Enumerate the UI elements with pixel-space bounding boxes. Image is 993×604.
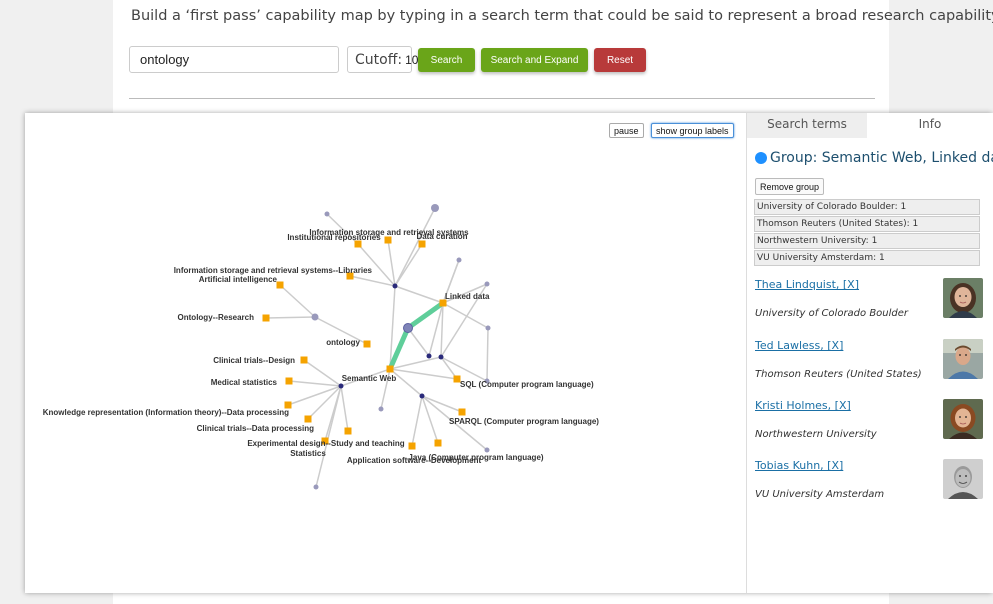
graph-edge <box>394 207 436 287</box>
cutoff-field[interactable]: Cutoff: 10 <box>347 46 418 73</box>
node-label: Medical statistics <box>211 378 278 387</box>
tab-search-terms[interactable]: Search terms <box>747 113 867 138</box>
term-node[interactable] <box>418 240 426 248</box>
group-title: Group: Semantic Web, Linked data <box>755 150 993 166</box>
search-input[interactable] <box>129 46 339 73</box>
person-node[interactable] <box>484 281 490 287</box>
term-node[interactable] <box>285 377 293 385</box>
term-node[interactable] <box>458 408 466 416</box>
graph-edge <box>394 285 444 304</box>
search-and-expand-button[interactable]: Search and Expand <box>481 48 588 72</box>
hub-node[interactable] <box>392 283 398 289</box>
person-name-link[interactable]: Thea Lindquist, [X] <box>755 278 859 291</box>
graph-edge <box>411 395 423 447</box>
term-node[interactable] <box>384 236 392 244</box>
graph-edge <box>340 385 349 432</box>
node-label: SPARQL (Computer program language) <box>449 417 599 426</box>
person-node[interactable] <box>485 325 491 331</box>
person-node[interactable] <box>313 484 319 490</box>
person-name-link[interactable]: Kristi Holmes, [X] <box>755 399 851 412</box>
graph-edge <box>486 327 489 382</box>
node-label: Ontology--Research <box>178 313 255 322</box>
search-button[interactable]: Search <box>418 48 475 72</box>
cutoff-label: Cutoff: <box>355 51 403 68</box>
person-node[interactable] <box>403 323 413 333</box>
capability-map-panel: Information storage and retrieval system… <box>25 113 993 593</box>
remove-group-button[interactable]: Remove group <box>755 178 825 195</box>
node-label: Statistics <box>290 449 326 458</box>
avatar <box>943 339 983 379</box>
node-label: Knowledge representation (Information th… <box>43 408 289 417</box>
pause-button[interactable]: pause <box>609 123 644 138</box>
node-label: Information storage and retrieval system… <box>174 266 373 275</box>
graph-edge <box>442 302 489 329</box>
hub-node[interactable] <box>419 393 425 399</box>
person-node[interactable] <box>484 447 490 453</box>
term-node[interactable] <box>262 314 270 322</box>
term-node[interactable] <box>434 439 442 447</box>
term-node[interactable] <box>408 442 416 450</box>
node-label: Clinical trials--Design <box>213 356 295 365</box>
term-node[interactable] <box>276 281 284 289</box>
info-panel: Search terms Info Group: Semantic Web, L… <box>746 113 993 593</box>
group-color-dot <box>755 152 767 164</box>
reset-button[interactable]: Reset <box>594 48 646 72</box>
hub-node[interactable] <box>438 354 444 360</box>
term-node[interactable] <box>344 427 352 435</box>
node-label: Data curation <box>416 232 467 241</box>
institution-row: Northwestern University: 1 <box>754 233 980 249</box>
person-institution: VU University Amsterdam <box>755 489 885 500</box>
network-graph[interactable]: Information storage and retrieval system… <box>25 113 746 593</box>
person-name-link[interactable]: Ted Lawless, [X] <box>755 339 843 352</box>
term-node[interactable] <box>363 340 371 348</box>
term-node[interactable] <box>300 356 308 364</box>
node-label: Linked data <box>445 292 490 301</box>
person-institution: Thomson Reuters (United States) <box>755 369 922 380</box>
graph-edge <box>394 243 423 287</box>
node-label: Experimental design--Study and teaching <box>247 439 404 448</box>
hub-node[interactable] <box>426 353 432 359</box>
node-label: Clinical trials--Data processing <box>197 424 314 433</box>
node-label: Institutional repositories <box>287 233 381 242</box>
person-node[interactable] <box>431 204 439 212</box>
graph-edge <box>407 327 430 357</box>
institution-table: University of Colorado Boulder: 1 Thomso… <box>754 199 980 267</box>
person-institution: University of Colorado Boulder <box>755 308 909 319</box>
avatar <box>943 459 983 499</box>
node-label: Application software--Development <box>347 456 482 465</box>
graph-edge <box>389 356 442 370</box>
cutoff-value[interactable]: 10 <box>405 53 418 67</box>
hub-node[interactable] <box>338 383 344 389</box>
graph-edge <box>279 284 316 318</box>
avatar <box>943 399 983 439</box>
person-name-link[interactable]: Tobias Kuhn, [X] <box>755 459 843 472</box>
person-institution: Northwestern University <box>755 429 877 440</box>
person-node[interactable] <box>324 211 330 217</box>
person-node[interactable] <box>378 406 384 412</box>
institution-row: University of Colorado Boulder: 1 <box>754 199 980 215</box>
graph-edge <box>303 359 342 387</box>
graph-edge <box>265 316 316 319</box>
node-label: Artificial intelligence <box>199 275 278 284</box>
graph-edge <box>315 385 342 488</box>
avatar <box>943 278 983 318</box>
node-label: Semantic Web <box>342 374 397 383</box>
tab-info[interactable]: Info <box>867 113 993 138</box>
graph-edge <box>288 380 342 387</box>
group-title-text: Group: Semantic Web, Linked data <box>770 150 993 166</box>
institution-row: VU University Amsterdam: 1 <box>754 250 980 266</box>
person-node[interactable] <box>311 313 319 321</box>
institution-row: Thomson Reuters (United States): 1 <box>754 216 980 232</box>
node-label: SQL (Computer program language) <box>460 380 594 389</box>
graph-edge <box>287 385 342 406</box>
divider <box>129 98 875 99</box>
graph-edge <box>421 395 463 413</box>
intro-text: Build a ‘first pass’ capability map by t… <box>131 8 993 24</box>
term-node[interactable] <box>304 415 312 423</box>
tab-bar: Search terms Info <box>747 113 993 138</box>
term-node[interactable] <box>386 365 394 373</box>
show-group-labels-button[interactable]: show group labels <box>651 123 734 138</box>
person-node[interactable] <box>456 257 462 263</box>
node-label: ontology <box>326 338 360 347</box>
